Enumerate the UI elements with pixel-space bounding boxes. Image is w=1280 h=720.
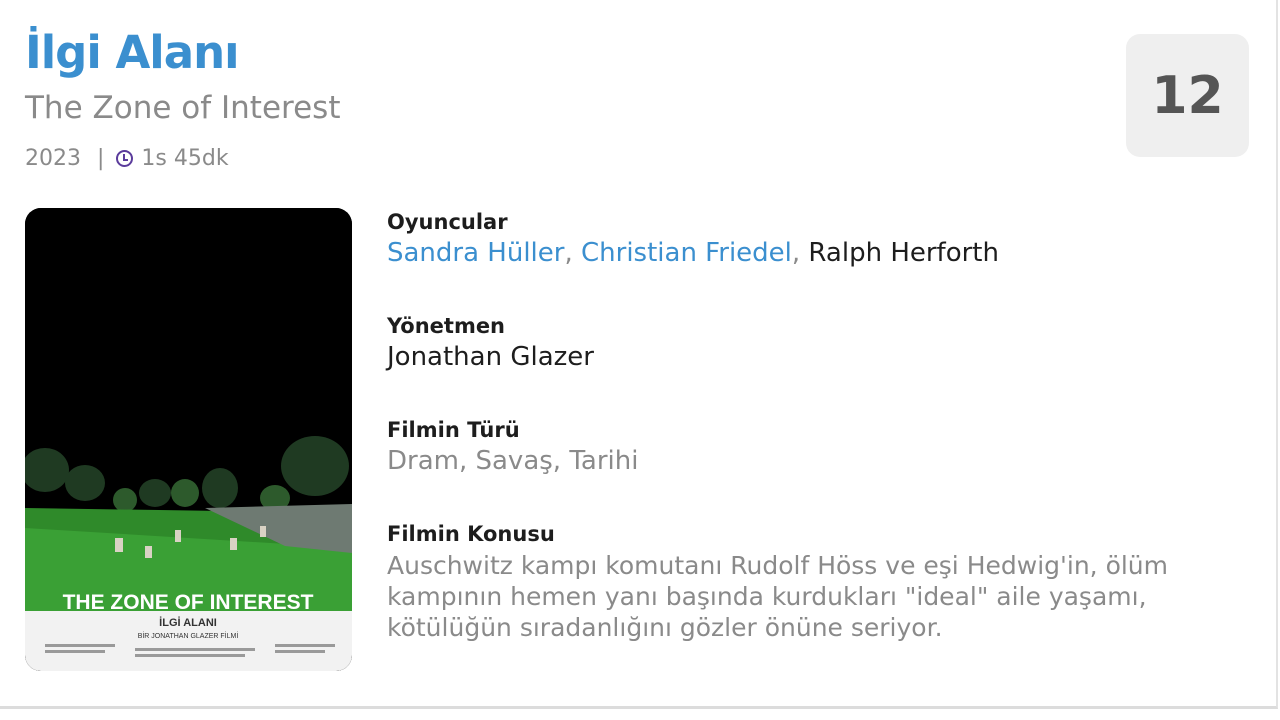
cast-separator: , [564, 238, 581, 268]
movie-meta: 2023 | 1s 45dk [25, 146, 229, 171]
plot-text: Auschwitz kampı komutanı Rudolf Höss ve … [387, 551, 1169, 642]
cast-separator: , [791, 238, 809, 268]
clock-icon [116, 150, 134, 167]
duration: 1s 45dk [141, 146, 229, 171]
movie-title[interactable]: İlgi Alanı [25, 26, 240, 79]
movie-poster[interactable]: THE ZONE OF INTEREST İLGİ ALANI BİR JONA… [25, 208, 352, 671]
cast-ralph-herforth: Ralph Herforth [808, 238, 999, 268]
cast-label: Oyuncular [387, 210, 508, 234]
poster-credit: BİR JONATHAN GLAZER FİLMİ [138, 631, 239, 640]
movie-card: İlgi Alanı The Zone of Interest 2023 | 1… [0, 0, 1278, 709]
plot-section: Filmin Konusu Auschwitz kampı komutanı R… [387, 522, 1237, 643]
meta-separator: | [97, 146, 105, 171]
cast-link-sandra-huller[interactable]: Sandra Hüller [387, 238, 564, 268]
age-rating-badge: 12 [1126, 34, 1249, 157]
genre-section: Filmin Türü Dram, Savaş, Tarihi [387, 418, 638, 476]
director-name: Jonathan Glazer [387, 342, 594, 372]
genre-value: Dram, Savaş, Tarihi [387, 446, 639, 476]
genre-label: Filmin Türü [387, 418, 520, 442]
poster-headline: THE ZONE OF INTEREST [63, 591, 314, 614]
director-label: Yönetmen [387, 314, 506, 338]
director-section: Yönetmen Jonathan Glazer [387, 314, 594, 372]
original-title: The Zone of Interest [25, 90, 341, 126]
plot-label: Filmin Konusu [387, 522, 555, 546]
cast-section: Oyuncular Sandra Hüller, Christian Fried… [387, 210, 999, 268]
poster-subtitle: İLGİ ALANI [159, 616, 217, 629]
cast-link-christian-friedel[interactable]: Christian Friedel [581, 238, 792, 268]
release-year: 2023 [25, 146, 81, 171]
cast-list: Sandra Hüller, Christian Friedel, Ralph … [387, 238, 999, 268]
